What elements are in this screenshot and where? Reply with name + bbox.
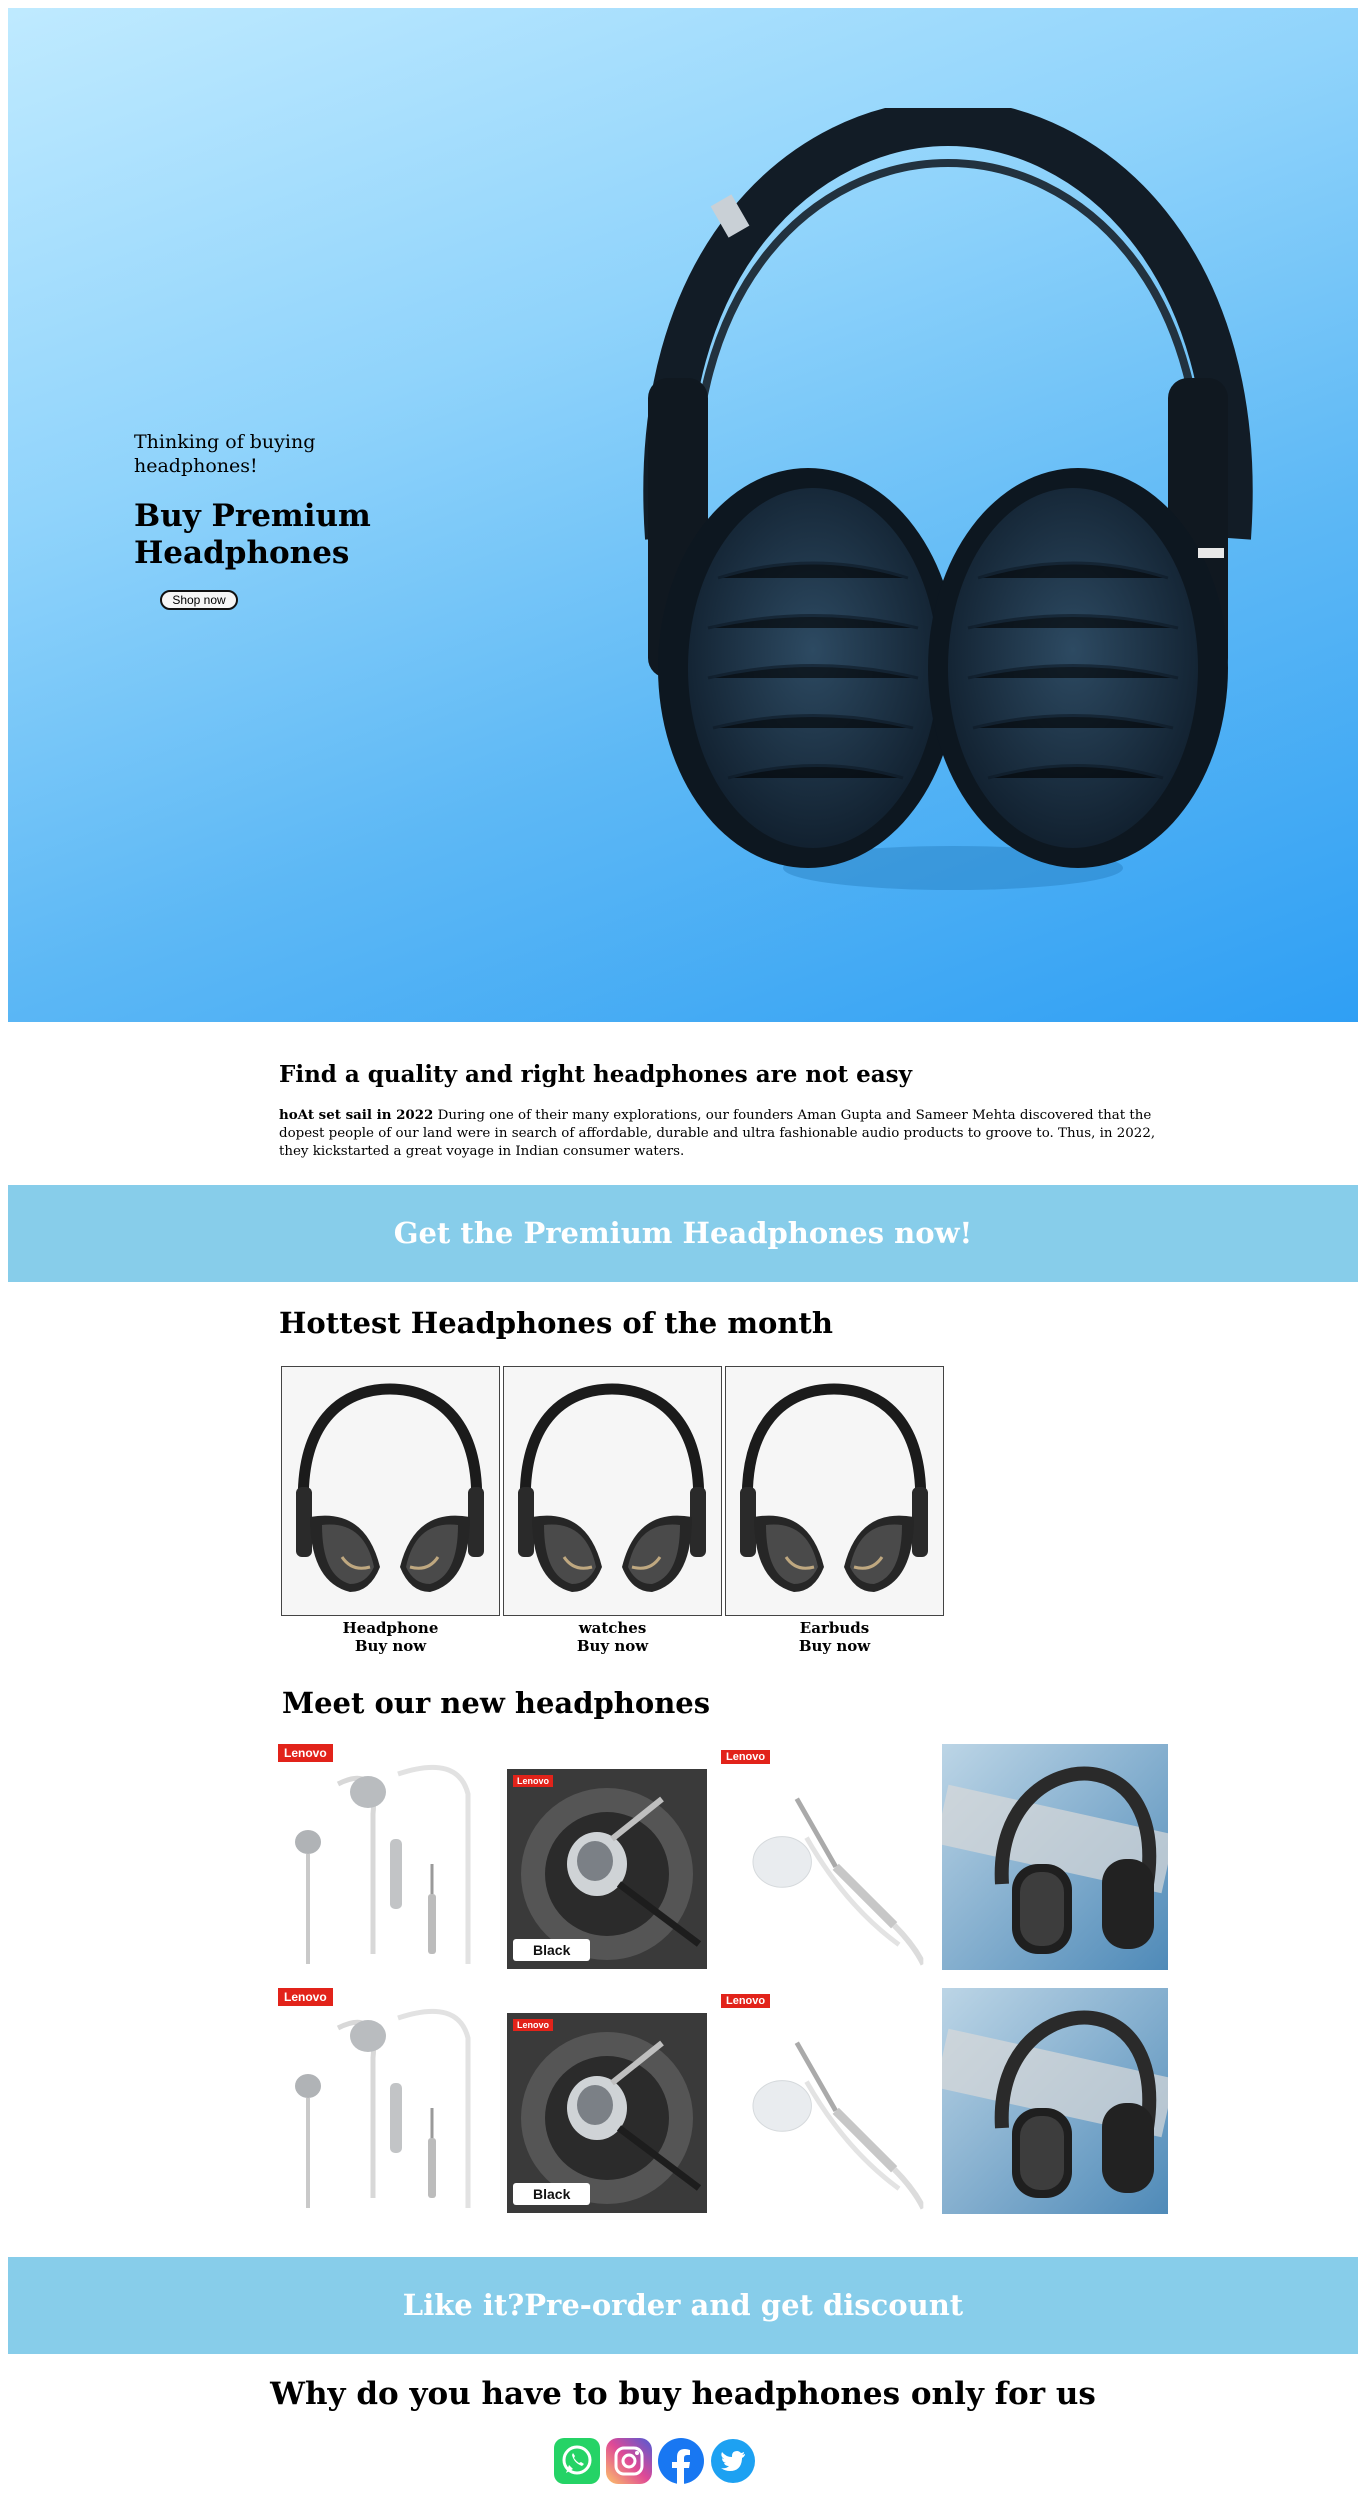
lenovo-logo: Lenovo <box>513 1775 554 1787</box>
buy-now-link[interactable]: Buy now <box>725 1637 944 1655</box>
lenovo-logo: Lenovo <box>278 1988 333 2006</box>
product-tile[interactable]: Lenovo <box>721 1750 931 1970</box>
product-tile[interactable]: Lenovo Black <box>507 2013 707 2213</box>
product-card[interactable]: watches Buy now <box>503 1366 722 1655</box>
buy-now-link[interactable]: Buy now <box>503 1637 722 1655</box>
hottest-cards: Headphone Buy now watches Buy now Earbud… <box>281 1366 945 1666</box>
why-heading: Why do you have to buy headphones only f… <box>270 2376 1096 2412</box>
product-tile[interactable] <box>942 1744 1168 1970</box>
color-tag: Black <box>513 2183 591 2205</box>
product-tile[interactable]: Lenovo Black <box>507 1769 707 1969</box>
product-image[interactable] <box>503 1366 722 1616</box>
hero-text: Thinking of buying headphones! Buy Premi… <box>134 430 394 610</box>
product-card[interactable]: Headphone Buy now <box>281 1366 500 1655</box>
product-tile[interactable]: Lenovo <box>278 1744 478 1970</box>
product-name: Headphone <box>342 1619 439 1637</box>
product-card[interactable]: Earbuds Buy now <box>725 1366 944 1655</box>
new-headphones-grid: Lenovo Lenovo Black Lenovo Lenovo Lenovo… <box>278 1744 1168 2219</box>
lenovo-logo: Lenovo <box>278 1744 333 1762</box>
social-links <box>553 2437 763 2487</box>
hero-kicker: Thinking of buying headphones! <box>134 431 316 477</box>
hottest-heading: Hottest Headphones of the month <box>279 1306 833 1340</box>
lenovo-logo: Lenovo <box>513 2019 554 2031</box>
product-image[interactable] <box>725 1366 944 1616</box>
product-image[interactable] <box>281 1366 500 1616</box>
hero-headphones-image <box>643 108 1253 890</box>
lenovo-logo: Lenovo <box>721 1994 771 2008</box>
facebook-icon[interactable] <box>657 2437 705 2485</box>
buy-now-link[interactable]: Buy now <box>281 1637 500 1655</box>
lenovo-logo: Lenovo <box>721 1750 771 1764</box>
whatsapp-icon[interactable] <box>553 2437 601 2485</box>
product-name: watches <box>578 1619 647 1637</box>
premium-banner: Get the Premium Headphones now! <box>8 1185 1358 1282</box>
hero-banner: Thinking of buying headphones! Buy Premi… <box>8 8 1358 1022</box>
shop-now-button[interactable]: Shop now <box>160 590 238 610</box>
product-tile[interactable]: Lenovo <box>278 1988 478 2214</box>
hero-title: Buy Premium Headphones <box>134 498 371 571</box>
color-tag: Black <box>513 1939 591 1961</box>
instagram-icon[interactable] <box>605 2437 653 2485</box>
product-tile[interactable]: Lenovo <box>721 1994 931 2214</box>
product-name: Earbuds <box>799 1619 870 1637</box>
meet-heading: Meet our new headphones <box>282 1686 711 1720</box>
intro-lead: hoAt set sail in 2022 <box>279 1107 434 1123</box>
product-tile[interactable] <box>942 1988 1168 2214</box>
intro-heading: Find a quality and right headphones are … <box>279 1061 912 1088</box>
preorder-banner: Like it?Pre-order and get discount <box>8 2257 1358 2354</box>
intro-section: Find a quality and right headphones are … <box>279 1060 1159 1161</box>
twitter-icon[interactable] <box>709 2437 757 2485</box>
intro-paragraph: hoAt set sail in 2022 During one of thei… <box>279 1106 1159 1161</box>
